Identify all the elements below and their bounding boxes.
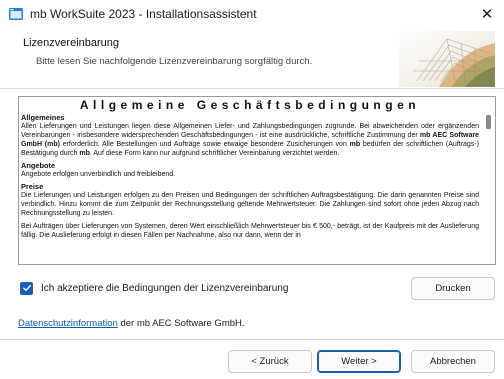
license-scrollbar[interactable] (481, 97, 495, 264)
section-paragraph: Angebote erfolgen unverbindlich und frei… (21, 171, 176, 178)
paragraph-text: erforderlich. Alle Bestellungen und Auft… (59, 141, 350, 148)
paragraph-bold: mb (349, 141, 361, 148)
page-subtitle: Bitte lesen Sie nachfolgende Lizenzverei… (36, 56, 313, 67)
app-window-icon (9, 8, 23, 20)
paragraph-text: Allen Lieferungen und Leistungen liegen … (21, 123, 479, 139)
privacy-row: Datenschutzinformation der mb AEC Softwa… (18, 318, 245, 329)
section-heading: Preise (21, 182, 44, 191)
window-title: mb WorkSuite 2023 - Installationsassiste… (30, 7, 257, 21)
accept-row[interactable]: Ich akzeptiere die Bedingungen der Lizen… (20, 280, 288, 296)
checkmark-icon (22, 284, 31, 291)
privacy-link[interactable]: Datenschutzinformation (18, 318, 118, 329)
title-bar: mb WorkSuite 2023 - Installationsassiste… (0, 0, 504, 28)
section-paragraph: Allen Lieferungen und Leistungen liegen … (21, 122, 479, 158)
section-heading: Angebote (21, 161, 56, 170)
close-icon: ✕ (480, 6, 494, 23)
section-paragraph: Bei Aufträgen über Lieferungen von Syste… (21, 223, 479, 239)
cancel-button[interactable]: Abbrechen (411, 350, 495, 373)
paragraph-text: . Auf diese Form kann nur aufgrund schri… (89, 150, 340, 157)
back-button[interactable]: < Zurück (228, 350, 312, 373)
page-title: Lizenzvereinbarung (23, 37, 120, 49)
license-document: Allgemeine Geschäftsbedingungen Allgemei… (21, 98, 479, 240)
accept-checkbox[interactable] (20, 281, 33, 295)
close-button[interactable]: ✕ (470, 0, 504, 28)
footer-divider (0, 339, 504, 340)
paragraph-bold: mb (79, 150, 90, 157)
print-button[interactable]: Drucken (411, 277, 495, 300)
scrollbar-thumb[interactable] (486, 115, 491, 129)
wizard-header: Lizenzvereinbarung Bitte lesen Sie nachf… (0, 28, 504, 89)
section-paragraph: Die Lieferungen und Leistungen erfolgen … (21, 192, 479, 217)
accept-label[interactable]: Ich akzeptiere die Bedingungen der Lizen… (41, 283, 288, 294)
privacy-suffix: der mb AEC Software GmbH. (117, 318, 245, 329)
next-button[interactable]: Weiter > (317, 350, 401, 373)
license-title: Allgemeine Geschäftsbedingungen (79, 98, 421, 112)
architecture-logo-icon (399, 31, 495, 87)
section-heading: Allgemeines (21, 113, 65, 122)
license-text-box[interactable]: Allgemeine Geschäftsbedingungen Allgemei… (18, 96, 496, 265)
